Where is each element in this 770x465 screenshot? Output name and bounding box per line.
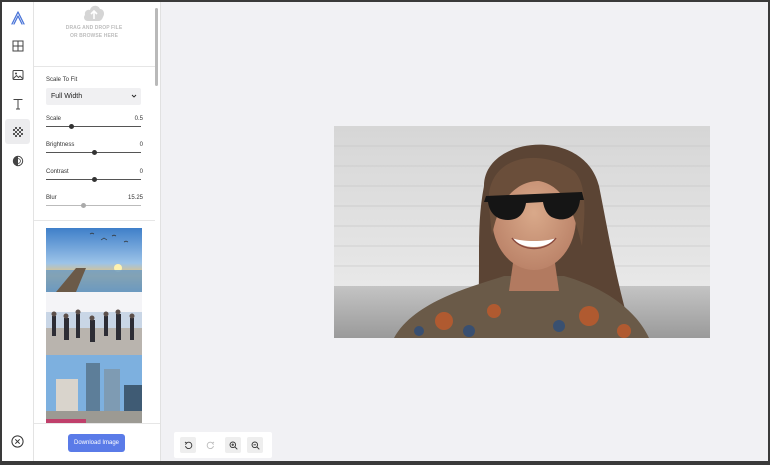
brightness-slider[interactable] — [46, 150, 141, 156]
pier-sunset-thumbnail[interactable] — [46, 228, 142, 292]
dropzone-text: DRAG AND DROP FILE OR BROWSE HERE — [65, 25, 123, 39]
city-crowd-thumbnail[interactable] — [46, 292, 142, 355]
grid-icon — [12, 40, 23, 51]
editor-canvas[interactable] — [161, 2, 768, 461]
slider-thumb[interactable] — [91, 150, 97, 155]
zoom-in-button[interactable] — [225, 437, 241, 453]
rail-text-button[interactable] — [5, 91, 30, 116]
upload-dropzone[interactable]: DRAG AND DROP FILE OR BROWSE HERE — [46, 2, 142, 60]
undo-button[interactable] — [180, 437, 196, 453]
redo-icon — [206, 441, 214, 449]
rail-layout-button[interactable] — [5, 33, 30, 58]
scale-to-fit-label: Scale To Fit — [46, 77, 78, 83]
canvas-toolbar — [174, 432, 272, 458]
blur-value: 15.25 — [127, 195, 143, 201]
app-window: DRAG AND DROP FILE OR BROWSE HERE Scale … — [2, 2, 768, 461]
slider-thumb[interactable] — [81, 203, 87, 208]
slider-thumb[interactable] — [68, 124, 74, 129]
background-pattern-icon — [12, 126, 23, 137]
rail-filter-button[interactable] — [5, 148, 30, 173]
divider — [34, 66, 155, 67]
background-gallery — [46, 228, 142, 424]
rail-image-button[interactable] — [5, 62, 30, 87]
redo-button[interactable] — [202, 437, 218, 453]
download-image-button[interactable]: Download Image — [68, 434, 125, 452]
brightness-value: 0 — [139, 142, 143, 148]
contrast-value: 0 — [139, 169, 143, 175]
settings-panel: DRAG AND DROP FILE OR BROWSE HERE Scale … — [34, 2, 161, 461]
panel-footer: Download Image — [34, 423, 160, 461]
divider — [34, 220, 155, 221]
undo-icon — [184, 441, 192, 449]
contrast-label: Contrast — [46, 169, 69, 175]
skyscrapers-thumbnail[interactable] — [46, 355, 142, 424]
upload-cloud-icon — [84, 5, 104, 22]
contrast-slider[interactable] — [46, 177, 141, 183]
panel-scrollbar[interactable] — [155, 8, 158, 86]
logo-button[interactable] — [5, 5, 30, 30]
chevron-down-icon — [131, 94, 137, 98]
rail-background-button[interactable] — [5, 119, 30, 144]
brightness-label: Brightness — [46, 142, 75, 148]
scale-label: Scale — [46, 116, 62, 122]
close-editor-button[interactable] — [5, 429, 30, 454]
zoom-out-icon — [251, 441, 260, 450]
zoom-out-button[interactable] — [247, 437, 263, 453]
slider-thumb[interactable] — [91, 177, 97, 182]
logo-icon — [10, 10, 25, 25]
blur-slider[interactable] — [46, 203, 141, 209]
tool-rail — [2, 2, 34, 461]
image-icon — [12, 69, 23, 80]
filter-icon — [12, 155, 23, 166]
zoom-in-icon — [229, 441, 238, 450]
portrait-photo[interactable] — [334, 126, 710, 338]
blur-label: Blur — [46, 195, 57, 201]
scale-value: 0.5 — [134, 116, 143, 122]
close-icon — [11, 435, 24, 448]
text-icon — [13, 98, 22, 109]
scale-slider[interactable] — [46, 124, 141, 130]
scale-to-fit-select[interactable]: Full Width — [46, 88, 141, 105]
